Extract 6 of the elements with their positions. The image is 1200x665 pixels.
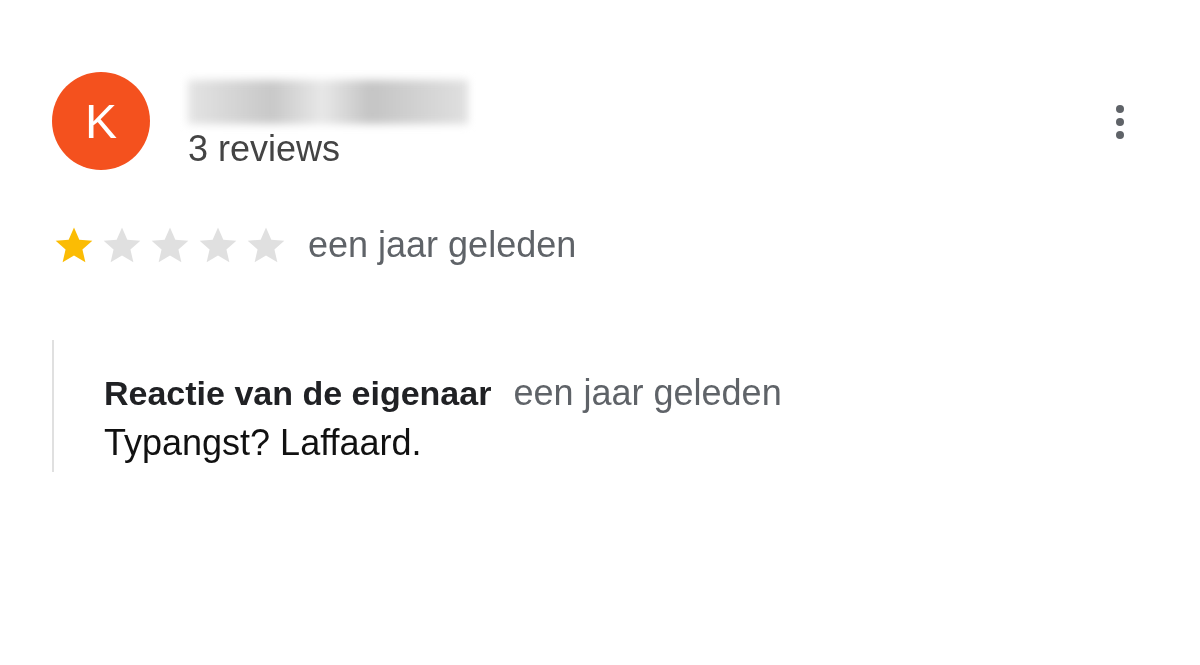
reply-text: Typangst? Laffaard. [104,421,422,465]
reply-time: een jaar geleden [513,371,782,415]
more-options-icon[interactable] [1114,104,1126,140]
owner-reply-heading: Reactie van de eigenaar [104,373,492,414]
review-time: een jaar geleden [308,223,577,267]
review-count[interactable]: 3 reviews [188,126,468,172]
